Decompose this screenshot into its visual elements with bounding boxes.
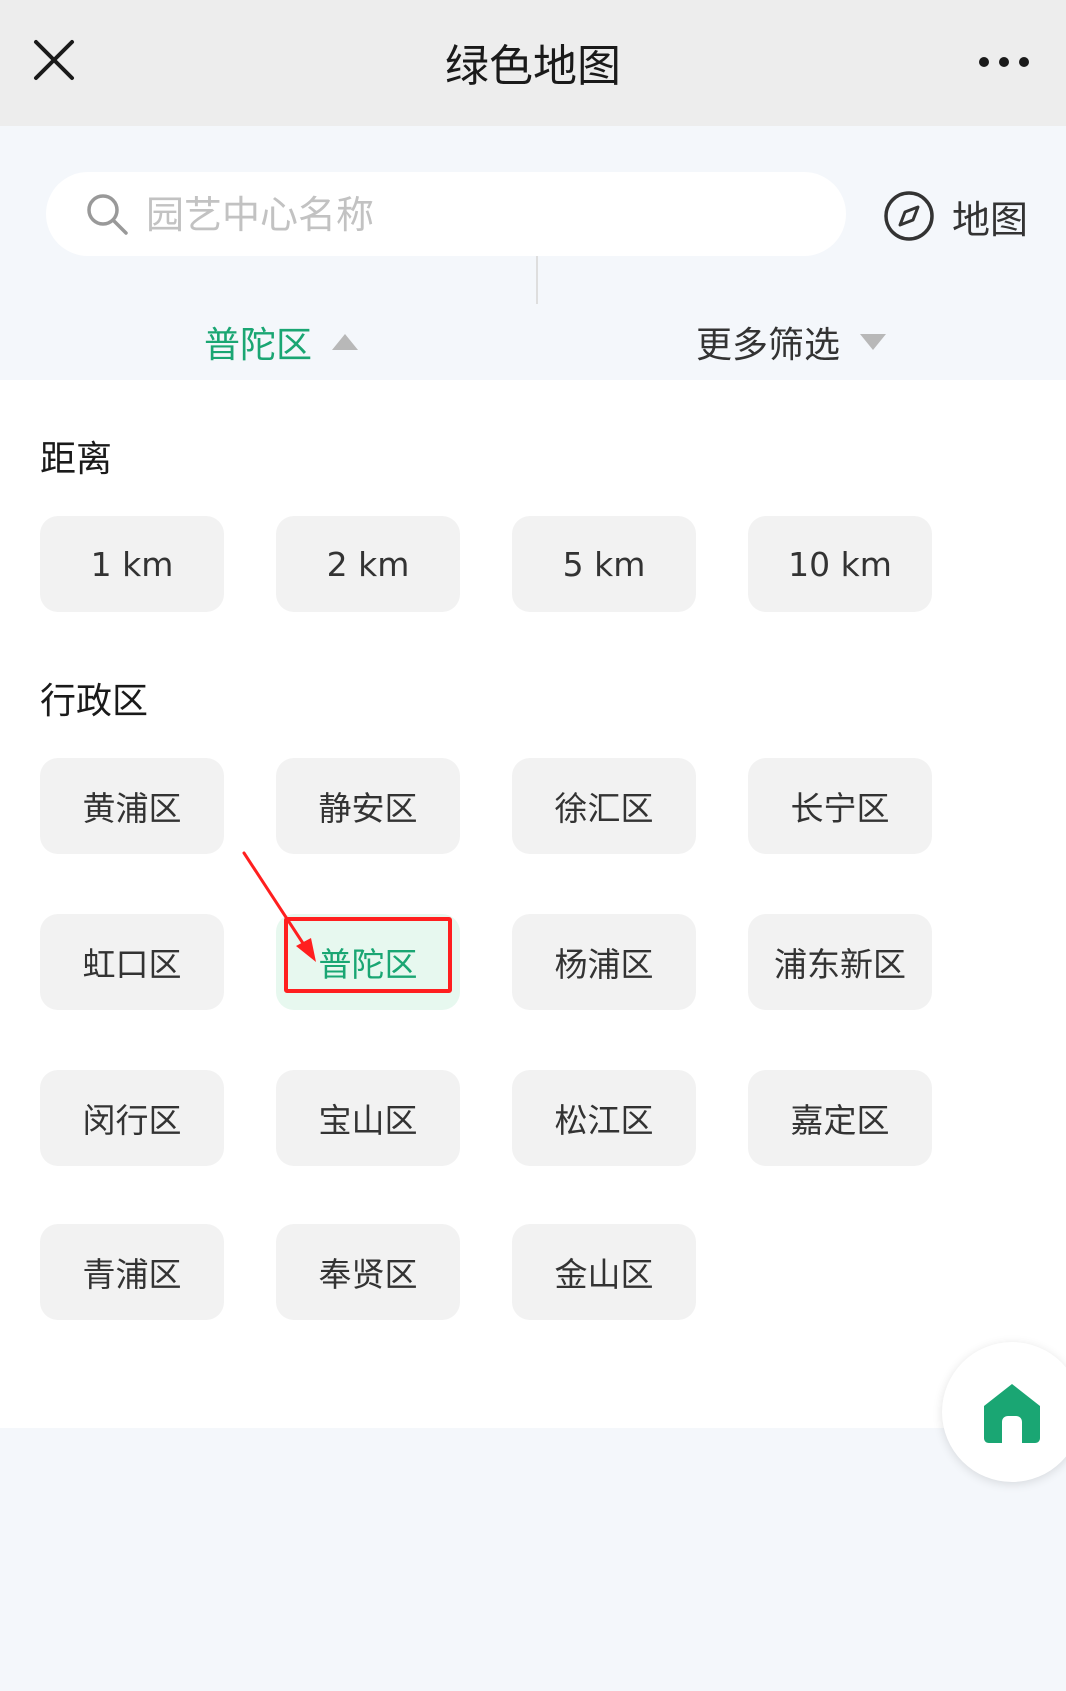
distance-option[interactable]: 1 km [40,516,224,612]
more-filters-tab[interactable]: 更多筛选 [696,304,887,380]
district-option[interactable]: 虹口区 [40,914,224,1010]
search-area: 地图 普陀区 更多筛选 [0,126,1066,380]
more-icon [979,57,1029,67]
district-option[interactable]: 松江区 [512,1070,696,1166]
more-button[interactable] [976,50,1032,74]
more-filters-label: 更多筛选 [696,325,841,366]
map-button[interactable]: 地图 [882,186,1028,246]
home-icon [984,1384,1040,1443]
district-option[interactable]: 闵行区 [40,1070,224,1166]
triangle-down-icon [860,334,887,350]
district-filter-label: 普陀区 [204,325,313,366]
distance-option[interactable]: 2 km [276,516,460,612]
filter-panel: 距离 1 km 2 km 5 km 10 km 行政区 黄浦区 静安区 徐汇区 … [0,380,1066,1428]
compass-icon [884,191,934,241]
district-option[interactable]: 黄浦区 [40,758,224,854]
district-option[interactable]: 嘉定区 [748,1070,932,1166]
district-option[interactable]: 杨浦区 [512,914,696,1010]
map-label: 地图 [952,197,1029,242]
district-option[interactable]: 浦东新区 [748,914,932,1010]
district-section-title: 行政区 [40,681,149,722]
home-button[interactable] [942,1342,1066,1482]
district-option[interactable]: 奉贤区 [276,1224,460,1320]
district-option[interactable]: 宝山区 [276,1070,460,1166]
search-box[interactable] [46,172,846,256]
district-option[interactable]: 静安区 [276,758,460,854]
district-option[interactable]: 金山区 [512,1224,696,1320]
distance-section-title: 距离 [40,439,113,480]
triangle-up-icon [332,334,359,350]
distance-option[interactable]: 5 km [512,516,696,612]
distance-option[interactable]: 10 km [748,516,932,612]
search-icon [87,194,128,235]
district-option[interactable]: 徐汇区 [512,758,696,854]
filter-divider [536,256,538,304]
top-bar: 绿色地图 [0,0,1066,126]
district-option[interactable]: 长宁区 [748,758,932,854]
district-option[interactable]: 青浦区 [40,1224,224,1320]
district-option-selected[interactable]: 普陀区 [276,914,460,1010]
district-filter-tab[interactable]: 普陀区 [204,304,359,380]
filter-row: 普陀区 更多筛选 [0,304,1066,380]
page-title: 绿色地图 [445,41,621,92]
search-input[interactable] [144,182,828,248]
